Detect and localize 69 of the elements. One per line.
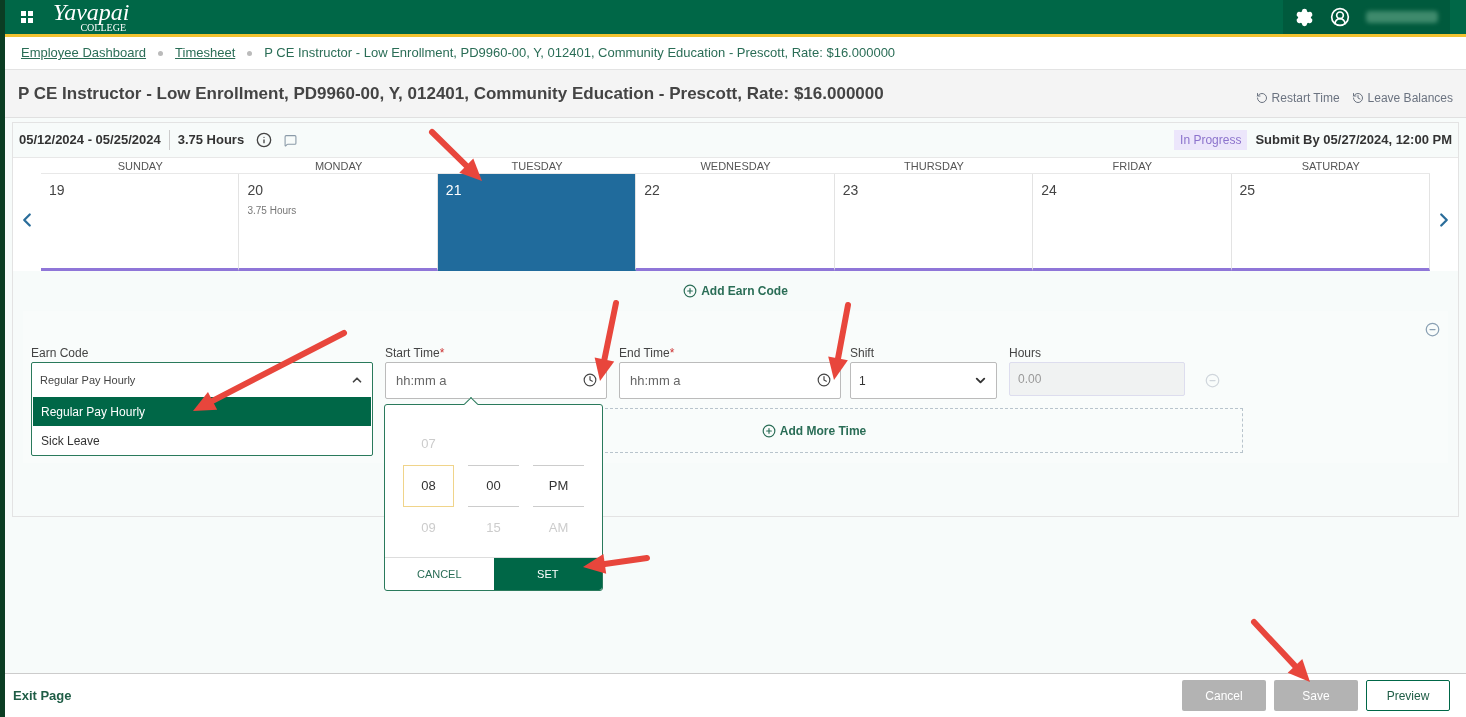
- user-avatar-icon[interactable]: [1330, 7, 1350, 27]
- day-hours: 3.75 Hours: [247, 204, 298, 218]
- day-cell[interactable]: 25: [1231, 174, 1430, 271]
- add-icon: [683, 284, 698, 298]
- time-picker-option[interactable]: 08: [403, 465, 454, 507]
- add-earn-code-button[interactable]: Add Earn Code: [683, 282, 788, 300]
- pay-period-range: 05/12/2024 - 05/25/2024: [19, 130, 170, 150]
- day-cell[interactable]: 24: [1033, 174, 1232, 271]
- history-icon: [1351, 91, 1364, 104]
- day-number: 21: [445, 181, 463, 200]
- apps-grid-icon[interactable]: [21, 11, 33, 23]
- set-button[interactable]: SET: [493, 558, 602, 590]
- day-cell[interactable]: 20 3.75 Hours: [239, 174, 438, 271]
- day-number: 20: [247, 181, 264, 200]
- dropdown-value: Regular Pay Hourly: [40, 372, 136, 388]
- breadcrumb-current: P CE Instructor - Low Enrollment, PD9960-00, Y, 012401, Community Education - Prescott, Rate: $16.000000: [264, 44, 896, 63]
- cancel-button[interactable]: CANCEL: [385, 558, 494, 590]
- annotation-arrow: [583, 554, 650, 574]
- day-cell[interactable]: 19: [41, 174, 240, 271]
- day-number: 23: [842, 181, 860, 200]
- logo-subtext: COLLEGE: [80, 23, 126, 33]
- breadcrumb-link[interactable]: Timesheet: [175, 43, 236, 63]
- required-asterisk: *: [439, 345, 445, 362]
- blurred-username: [1366, 11, 1438, 23]
- add-more-time-button[interactable]: Add More Time: [761, 421, 867, 440]
- status-badge: In Progress: [1174, 130, 1248, 150]
- day-cell[interactable]: 23: [834, 174, 1034, 271]
- day-number: 22: [644, 181, 661, 200]
- day-cell[interactable]: 22: [636, 174, 835, 271]
- time-input-field[interactable]: hh:mm a: [619, 362, 841, 399]
- remove-earn-code-icon[interactable]: [1425, 322, 1440, 337]
- time-picker-option[interactable]: 00: [468, 465, 519, 507]
- clock-icon[interactable]: [817, 373, 831, 387]
- breadcrumb-separator: [158, 50, 164, 56]
- period-total-hours: 3.75 Hours: [176, 131, 245, 150]
- breadcrumb-link[interactable]: Employee Dashboard: [21, 43, 147, 63]
- restart-icon: [1255, 91, 1268, 104]
- comment-icon[interactable]: [284, 133, 298, 147]
- add-icon: [761, 423, 776, 438]
- field-label: Hours: [1009, 345, 1042, 362]
- settings-icon[interactable]: [1295, 7, 1314, 27]
- page-title: P CE Instructor - Low Enrollment, PD9960-00, Y, 012401, Community Education - Prescott, Rate: $16.000000: [18, 82, 884, 105]
- field-label: Earn Code: [31, 345, 90, 362]
- shift-select[interactable]: 1: [850, 362, 997, 399]
- day-number: 24: [1041, 181, 1058, 200]
- breadcrumb-separator: [247, 50, 253, 56]
- day-number: 19: [49, 181, 66, 200]
- clock-icon[interactable]: [583, 373, 597, 387]
- submit-deadline: Submit By 05/27/2024, 12:00 PM: [1255, 131, 1452, 150]
- logo-text: Yavapai: [53, 1, 130, 23]
- title-action-link[interactable]: Restart Time: [1255, 88, 1340, 107]
- annotation-arrow: [1251, 619, 1310, 682]
- day-cell[interactable]: 21: [437, 174, 637, 271]
- dropdown-option[interactable]: Sick Leave: [33, 426, 371, 455]
- footer-button[interactable]: Preview: [1366, 680, 1450, 711]
- field-label: Shift: [850, 345, 875, 362]
- exit-page-link[interactable]: Exit Page: [13, 685, 72, 706]
- field-label: Start Time: [385, 345, 440, 362]
- required-asterisk: *: [669, 345, 675, 362]
- title-action-link[interactable]: Leave Balances: [1351, 88, 1453, 107]
- day-number: 25: [1239, 181, 1257, 200]
- field-label: End Time: [619, 345, 670, 362]
- earn-code-dropdown[interactable]: Regular Pay Hourly Regular Pay Hourly Sick Leave: [31, 362, 373, 456]
- info-icon[interactable]: [256, 132, 273, 148]
- select-value: 1: [859, 372, 866, 390]
- annotation-arrow: [429, 129, 482, 181]
- time-input-field[interactable]: hh:mm a: [385, 362, 607, 399]
- dropdown-option[interactable]: Regular Pay Hourly: [33, 397, 371, 426]
- time-picker-option[interactable]: PM: [533, 465, 584, 507]
